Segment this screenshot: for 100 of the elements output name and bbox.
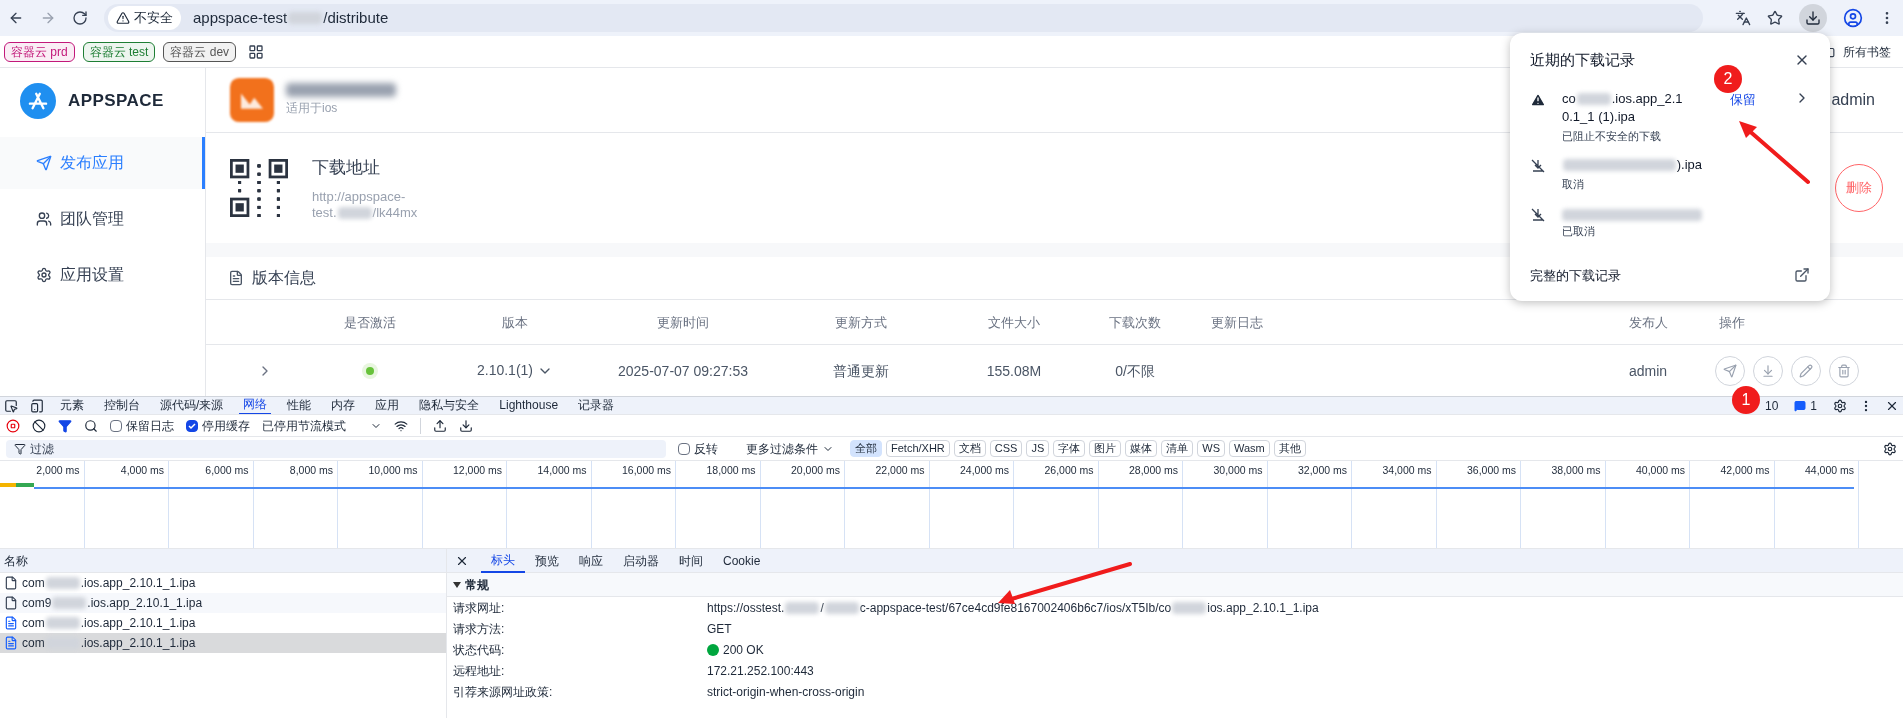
devtools-tab[interactable]: 记录器 (574, 397, 619, 414)
filter-chip[interactable]: Wasm (1229, 440, 1270, 457)
request-name[interactable]: com (22, 634, 45, 652)
checkbox-label[interactable]: 停用缓存 (202, 416, 250, 435)
filter-chip[interactable]: CSS (989, 440, 1023, 457)
throttling-select[interactable]: 已停用节流模式 (262, 416, 382, 435)
upload-icon[interactable] (433, 418, 447, 433)
detail-tab[interactable]: 时间 (669, 549, 713, 572)
full-history-link[interactable]: 完整的下载记录 (1530, 265, 1794, 285)
column-header: 是否激活 (344, 315, 396, 330)
devtools-tab[interactable]: Lighthouse (495, 397, 563, 414)
request-name[interactable]: com (22, 614, 45, 632)
message-count[interactable]: 1 (1810, 396, 1817, 415)
filter-chip[interactable]: Fetch/XHR (886, 440, 950, 457)
clear-icon[interactable] (32, 418, 46, 433)
app-icon (230, 78, 274, 122)
request-name[interactable]: .ios.app_2.10.1_1.ipa (80, 574, 196, 592)
filter-field[interactable]: 过滤 (6, 439, 666, 458)
filter-chip[interactable]: 其他 (1273, 440, 1306, 457)
apps-icon[interactable] (248, 43, 265, 60)
filter-chip[interactable]: 清单 (1161, 440, 1194, 457)
detail-tab[interactable]: 启动器 (613, 549, 669, 572)
detail-tab[interactable]: 响应 (569, 549, 613, 572)
reload-icon[interactable] (72, 10, 88, 26)
bookmark-chip[interactable]: 容器云 prd (4, 41, 75, 62)
redaction-blur (52, 597, 87, 609)
back-icon[interactable] (8, 10, 24, 26)
devtools-tab[interactable]: 隐私与安全 (415, 397, 484, 414)
url-text: appspace-test (193, 7, 288, 28)
request-name[interactable]: com9 (22, 594, 52, 612)
error-count[interactable]: 10 (1764, 396, 1779, 415)
request-name[interactable]: .ios.app_2.10.1_1.ipa (80, 614, 196, 632)
detail-tab[interactable]: Cookie (713, 549, 771, 572)
settings-icon[interactable] (1883, 441, 1897, 456)
section-header[interactable]: 常规 (447, 573, 1903, 597)
user-name[interactable]: admin (1831, 88, 1875, 112)
devtools-tab[interactable]: 源代码/来源 (156, 397, 228, 414)
sidebar-item[interactable]: 应用设置 (0, 249, 205, 301)
header-label: 请求方法: (453, 620, 506, 638)
time-tick: 10,000 ms (368, 464, 418, 476)
all-bookmarks-link[interactable]: 所有书签 (1843, 42, 1891, 61)
time-tick: 38,000 ms (1551, 464, 1601, 476)
message-icon[interactable] (1794, 399, 1807, 412)
devtools-tab[interactable]: 控制台 (100, 397, 144, 414)
table-cell: 2025-07-07 09:27:53 (618, 362, 748, 379)
filter-chip[interactable]: 图片 (1089, 440, 1122, 457)
devtools-tab[interactable]: 内存 (327, 397, 360, 414)
record-icon[interactable] (6, 418, 20, 433)
time-tick: 8,000 ms (289, 464, 333, 476)
filter-chip[interactable]: 全部 (850, 440, 882, 457)
settings-icon[interactable] (1833, 398, 1847, 413)
request-row[interactable]: com .ios.app_2.10.1_1.ipa (0, 633, 446, 653)
bookmark-chip[interactable]: 容器云 test (82, 41, 156, 62)
send-icon (36, 155, 52, 171)
filter-chip[interactable]: JS (1026, 440, 1050, 457)
inspect-icon[interactable] (4, 398, 18, 413)
devtools-tab[interactable]: 性能 (283, 397, 316, 414)
checkbox[interactable] (186, 419, 198, 432)
wifi-icon[interactable] (394, 418, 408, 433)
list-icon (228, 270, 244, 286)
devtools-tab[interactable]: 网络 (239, 396, 272, 415)
search-icon[interactable] (84, 418, 98, 433)
devtools-tab[interactable]: 元素 (56, 397, 88, 414)
device-icon[interactable] (30, 398, 44, 413)
download-icon (1761, 363, 1775, 378)
sidebar-item[interactable]: 团队管理 (0, 193, 205, 245)
version-select[interactable]: 2.10.1(1) (476, 360, 553, 381)
warning-icon (116, 11, 130, 25)
more-filters-select[interactable]: 更多过滤条件 (746, 439, 834, 458)
downloads-button[interactable] (1799, 4, 1827, 32)
checkbox[interactable] (110, 419, 122, 432)
checkbox[interactable] (678, 442, 690, 455)
time-tick: 6,000 ms (205, 464, 249, 476)
request-row[interactable]: com9 .ios.app_2.10.1_1.ipa (0, 593, 446, 613)
column-header: 名称 (4, 552, 28, 570)
detail-tab[interactable]: 预览 (525, 549, 569, 572)
platform-text: 适用于ios (286, 100, 339, 117)
request-name[interactable]: .ios.app_2.10.1_1.ipa (80, 634, 196, 652)
filter-chip[interactable]: 字体 (1053, 440, 1086, 457)
download-icon[interactable] (459, 418, 473, 433)
bookmark-star-icon[interactable] (1767, 10, 1783, 26)
bookmark-chip[interactable]: 容器云 dev (163, 41, 237, 62)
external-link-icon[interactable] (1794, 267, 1810, 284)
translate-icon[interactable] (1735, 10, 1751, 26)
filter-icon[interactable] (58, 418, 72, 433)
filter-chip[interactable]: WS (1197, 440, 1225, 457)
sidebar-item[interactable]: 发布应用 (0, 137, 205, 189)
address-bar[interactable]: 不安全 appspace-test /distribute (104, 4, 1703, 32)
file-icon (4, 576, 18, 590)
time-tick: 42,000 ms (1720, 464, 1770, 476)
filter-chip[interactable]: 文档 (953, 440, 986, 457)
time-tick: 40,000 ms (1635, 464, 1685, 476)
filter-chip[interactable]: 媒体 (1125, 440, 1158, 457)
devtools-tab[interactable]: 应用 (371, 397, 404, 414)
checkbox-label[interactable]: 反转 (694, 439, 718, 458)
security-chip[interactable]: 不安全 (108, 6, 181, 30)
checkbox-label[interactable]: 保留日志 (126, 416, 174, 435)
profile-icon[interactable] (1843, 8, 1863, 28)
request-name[interactable]: .ios.app_2.10.1_1.ipa (87, 594, 203, 612)
request-name[interactable]: com (22, 574, 45, 592)
